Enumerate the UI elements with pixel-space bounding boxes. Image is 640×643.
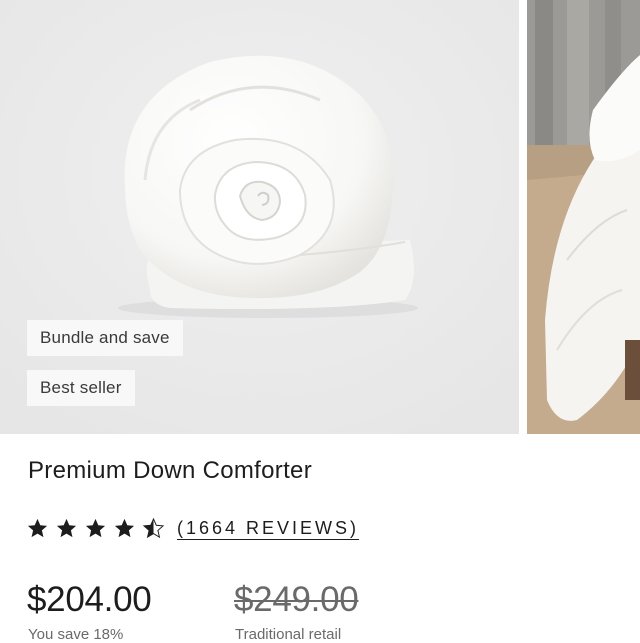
star-full-icon — [114, 518, 135, 537]
badge-bundle-and-save: Bundle and save — [27, 320, 183, 356]
sale-price: $204.00 — [27, 580, 152, 619]
product-image-gallery[interactable]: Bundle and save Best seller — [0, 0, 640, 434]
original-price-label: Traditional retail — [235, 626, 342, 643]
product-rating: (1664 REVIEWS) — [26, 514, 359, 542]
product-title: Premium Down Comforter — [28, 457, 312, 484]
product-image-main[interactable]: Bundle and save Best seller — [0, 0, 519, 434]
rating-stars — [26, 517, 171, 540]
product-image-next[interactable] — [527, 0, 640, 434]
rolled-comforter-image — [0, 0, 519, 434]
star-full-icon — [56, 518, 77, 537]
bedroom-comforter-image — [527, 0, 640, 434]
original-price: $249.00 — [234, 580, 359, 619]
badge-best-seller: Best seller — [27, 370, 135, 406]
reviews-link[interactable]: (1664 REVIEWS) — [177, 518, 359, 539]
savings-text: You save 18% — [28, 626, 124, 643]
star-full-icon — [27, 518, 48, 537]
star-half-icon — [142, 517, 165, 538]
star-full-icon — [85, 518, 106, 537]
